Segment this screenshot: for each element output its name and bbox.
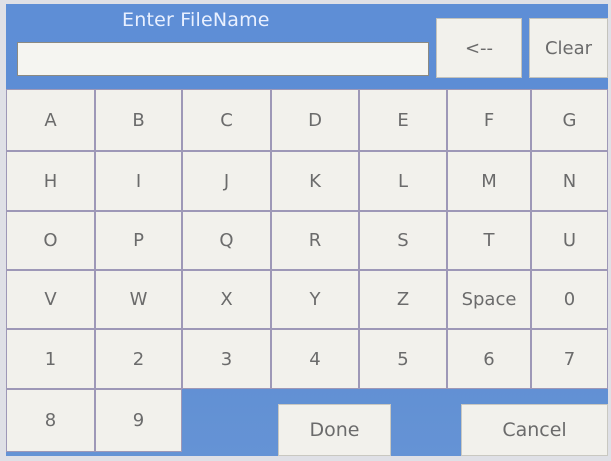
key-x[interactable]: X [182,270,271,329]
key-h[interactable]: H [6,151,95,211]
key-o[interactable]: O [6,211,95,270]
key-a[interactable]: A [6,89,95,151]
dialog-title: Enter FileName [122,9,270,31]
key-n[interactable]: N [531,151,608,211]
key-c[interactable]: C [182,89,271,151]
key-0[interactable]: 0 [531,270,608,329]
key-4[interactable]: 4 [271,329,359,389]
key-t[interactable]: T [447,211,531,270]
key-d[interactable]: D [271,89,359,151]
key-m[interactable]: M [447,151,531,211]
key-p[interactable]: P [95,211,182,270]
key-r[interactable]: R [271,211,359,270]
key-2[interactable]: 2 [95,329,182,389]
key-u[interactable]: U [531,211,608,270]
key-w[interactable]: W [95,270,182,329]
key-6[interactable]: 6 [447,329,531,389]
backspace-button[interactable]: <-- [436,18,522,78]
clear-button[interactable]: Clear [529,18,608,78]
key-q[interactable]: Q [182,211,271,270]
filename-keyboard-panel: Enter FileName <-- Clear ABCDEFG HIJKLMN O… [6,4,608,456]
key-g[interactable]: G [531,89,608,151]
key-1[interactable]: 1 [6,329,95,389]
key-7[interactable]: 7 [531,329,608,389]
key-e[interactable]: E [359,89,447,151]
key-b[interactable]: B [95,89,182,151]
key-y[interactable]: Y [271,270,359,329]
key-8[interactable]: 8 [6,389,95,452]
filename-input[interactable] [17,42,429,76]
key-l[interactable]: L [359,151,447,211]
key-i[interactable]: I [95,151,182,211]
key-s[interactable]: S [359,211,447,270]
key-j[interactable]: J [182,151,271,211]
key-3[interactable]: 3 [182,329,271,389]
key-v[interactable]: V [6,270,95,329]
key-f[interactable]: F [447,89,531,151]
key-9[interactable]: 9 [95,389,182,452]
key-z[interactable]: Z [359,270,447,329]
done-button[interactable]: Done [278,404,391,456]
key-space[interactable]: Space [447,270,531,329]
key-5[interactable]: 5 [359,329,447,389]
cancel-button[interactable]: Cancel [461,404,608,456]
key-k[interactable]: K [271,151,359,211]
